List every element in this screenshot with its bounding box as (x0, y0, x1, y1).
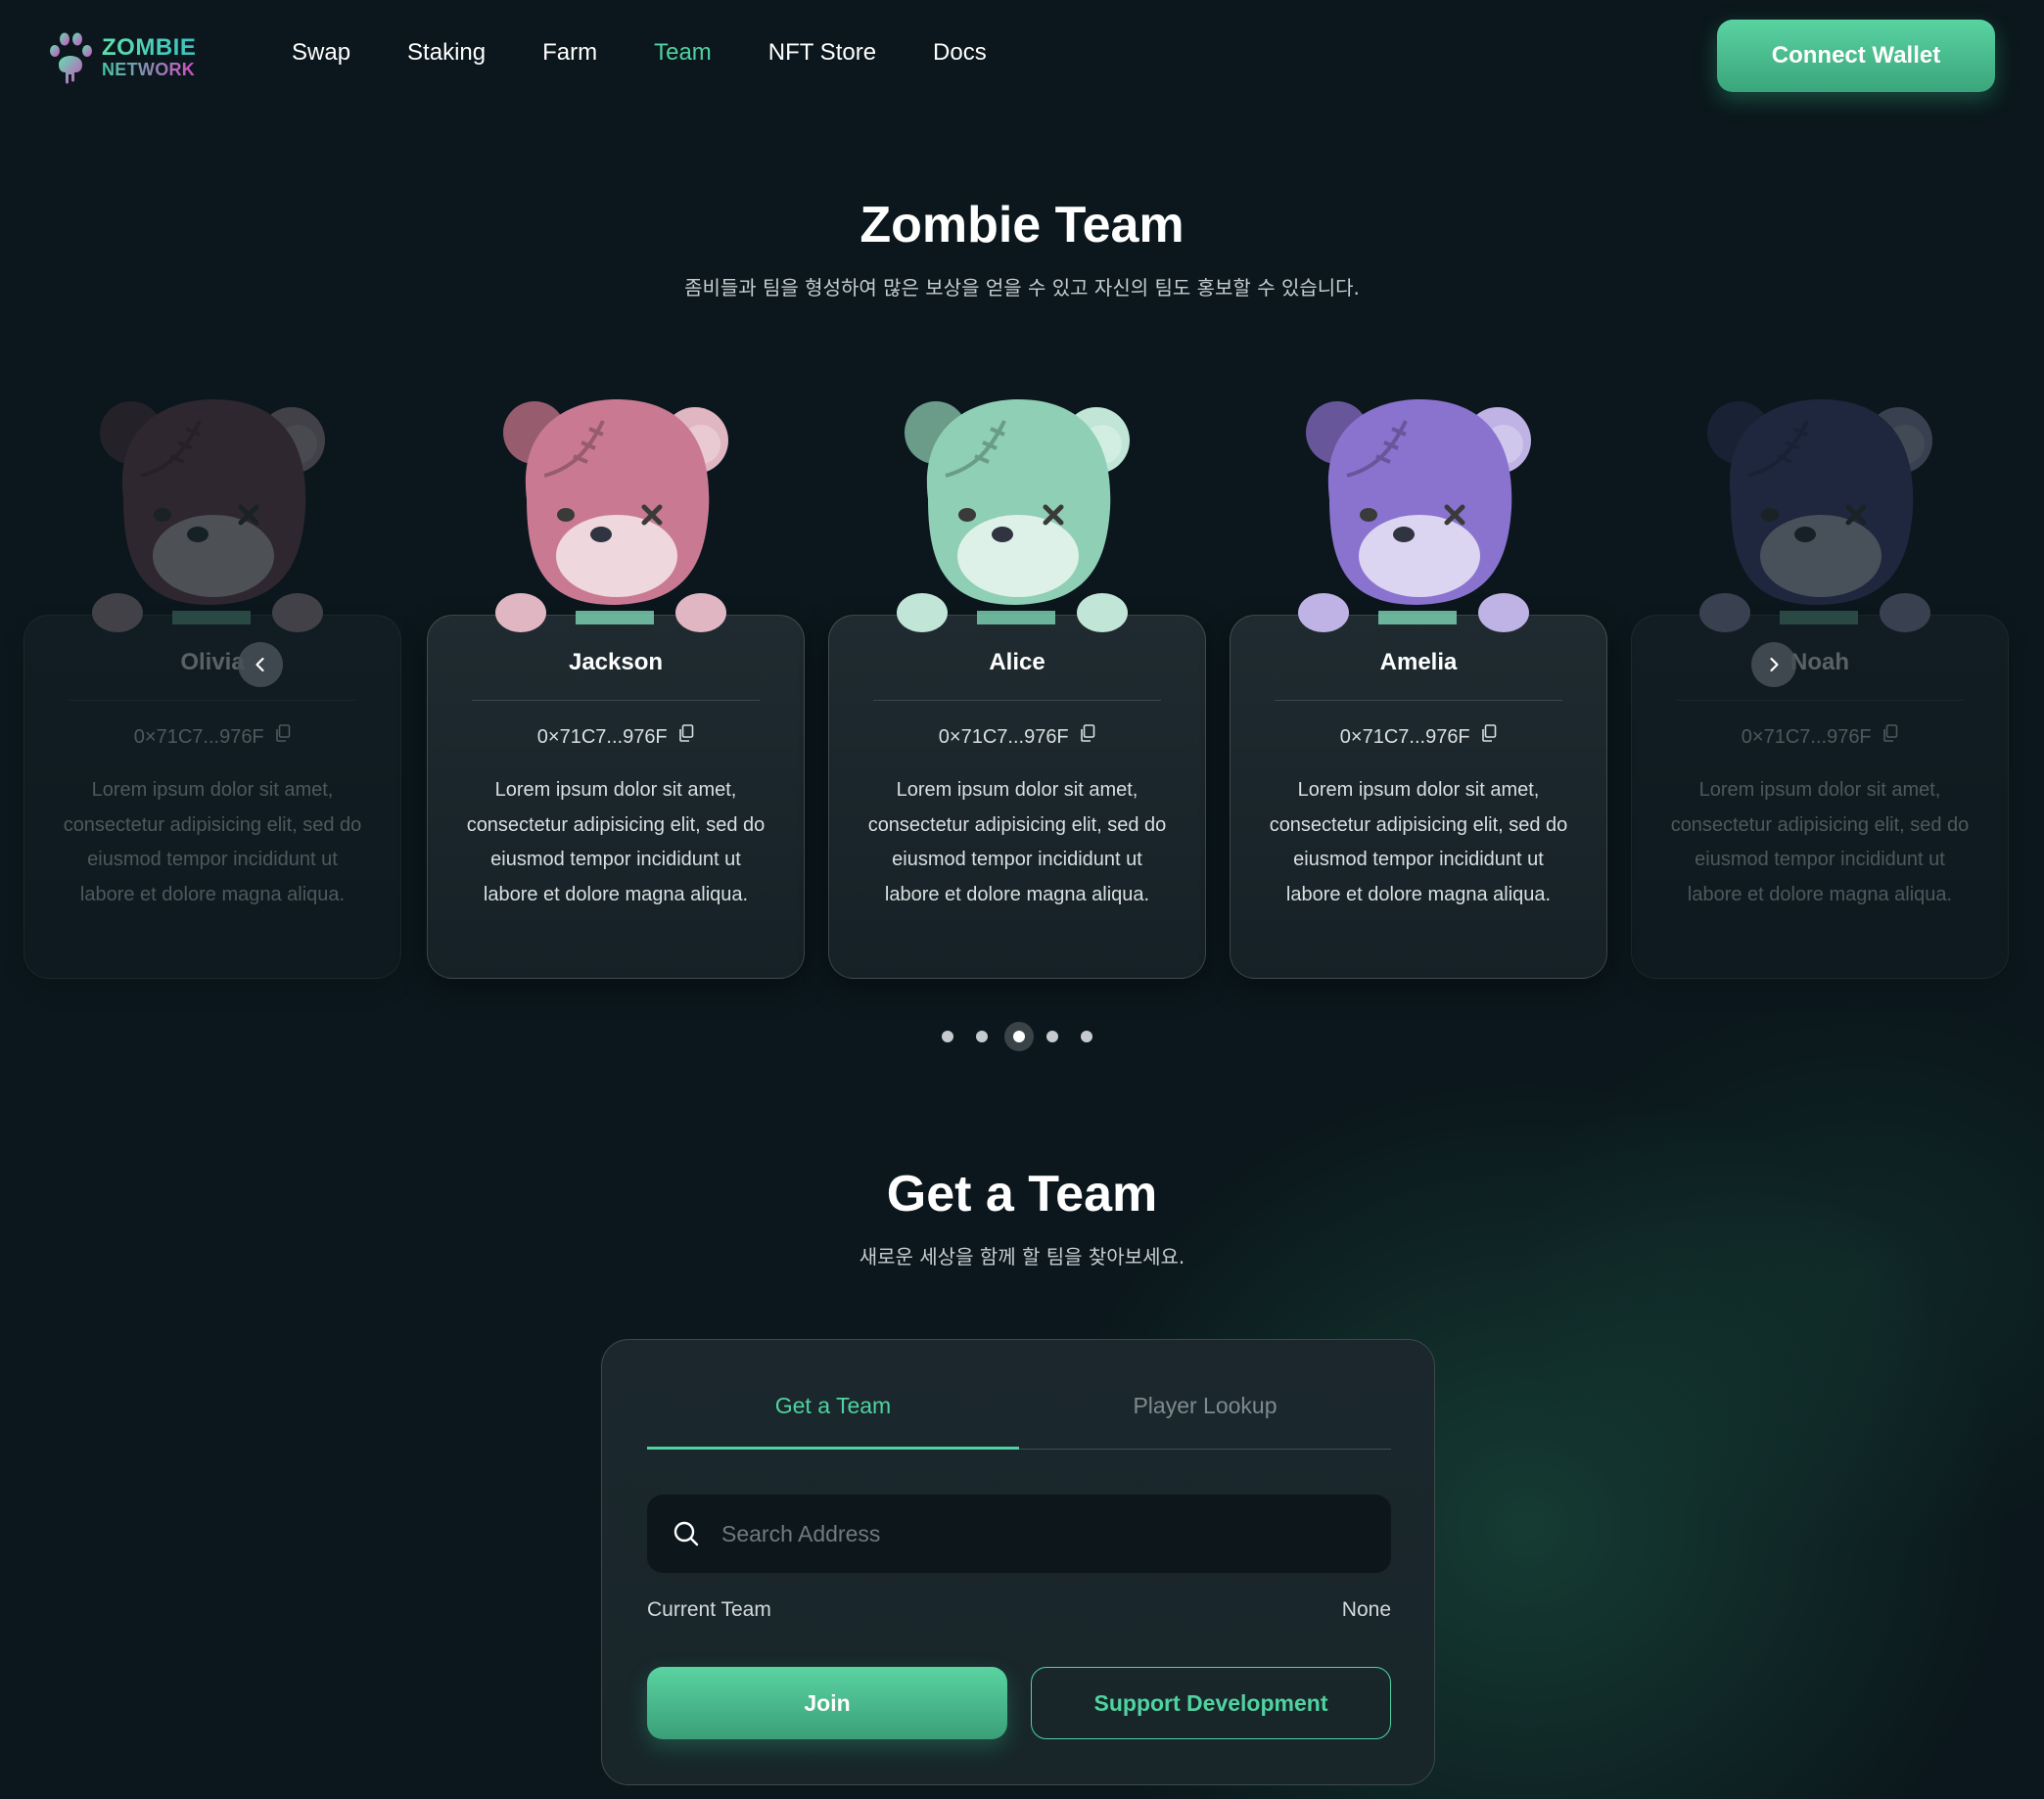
search-address-input[interactable] (721, 1495, 1368, 1573)
logo-word-network: NETWORK (102, 60, 196, 79)
member-divider (873, 700, 1161, 701)
zombie-bear-avatar (488, 382, 744, 636)
nav-item-team[interactable]: Team (654, 39, 712, 67)
pagination-dot[interactable] (1046, 1031, 1058, 1042)
zombie-network-logo[interactable]: ZOMBIE NETWORK (47, 29, 204, 84)
nav-item-staking[interactable]: Staking (407, 39, 486, 67)
get-a-team-panel: Get a Team Player Lookup Current Team No… (601, 1339, 1435, 1785)
member-address: 0×71C7...976F (23, 723, 401, 749)
top-navigation-bar: ZOMBIE NETWORK Swap Staking Farm Team NF… (0, 0, 2044, 113)
search-icon (673, 1520, 700, 1547)
current-team-value: None (1341, 1598, 1391, 1621)
copy-icon[interactable] (1080, 723, 1095, 748)
member-divider (69, 700, 356, 701)
member-name: Olivia (180, 649, 245, 675)
panel-tabs: Get a Team Player Lookup (647, 1385, 1391, 1450)
nav-item-farm[interactable]: Farm (542, 39, 597, 67)
chevron-right-icon (1770, 657, 1779, 672)
member-divider (1275, 700, 1562, 701)
current-team-row: Current Team None (647, 1598, 1391, 1622)
member-description: Lorem ipsum dolor sit amet, consectetur … (63, 779, 362, 905)
chevron-left-icon (256, 657, 264, 672)
nav-item-docs[interactable]: Docs (933, 39, 987, 67)
team-member-card: Alice 0×71C7...976F Lorem ipsum dolor si… (828, 382, 1206, 979)
pagination-dot[interactable] (1081, 1031, 1092, 1042)
zombie-team-subtitle: 좀비들과 팀을 형성하여 많은 보상을 얻을 수 있고 자신의 팀도 홍보할 수… (684, 276, 1360, 300)
paw-logo-icon (50, 32, 92, 84)
nav-item-nft-store[interactable]: NFT Store (768, 39, 876, 67)
carousel-prev-button[interactable] (238, 642, 283, 687)
support-development-button[interactable]: Support Development (1031, 1667, 1391, 1739)
zombie-bear-avatar (1692, 382, 1948, 636)
member-name: Jackson (568, 649, 664, 675)
copy-icon[interactable] (275, 723, 291, 748)
carousel-pagination (940, 1022, 1106, 1051)
member-description: Lorem ipsum dolor sit amet, consectetur … (1269, 779, 1568, 905)
member-name: Noah (1790, 649, 1849, 675)
main-nav: Swap Staking Farm Team NFT Store Docs (292, 39, 1044, 67)
member-divider (472, 700, 760, 701)
member-address-text: 0×71C7...976F (1741, 726, 1872, 748)
pagination-dot[interactable] (1004, 1022, 1034, 1051)
member-description: Lorem ipsum dolor sit amet, consectetur … (1670, 779, 1970, 905)
member-address-text: 0×71C7...976F (536, 726, 668, 748)
team-member-card: Olivia 0×71C7...976F Lorem ipsum dolor s… (23, 382, 401, 979)
team-carousel: Olivia 0×71C7...976F Lorem ipsum dolor s… (0, 382, 2044, 989)
tab-player-lookup[interactable]: Player Lookup (1019, 1385, 1391, 1450)
member-name: Alice (989, 649, 1045, 675)
member-divider (1676, 700, 1964, 701)
member-description: Lorem ipsum dolor sit amet, consectetur … (867, 779, 1167, 905)
member-address: 0×71C7...976F (1631, 723, 2009, 749)
zombie-team-title: Zombie Team (859, 197, 1185, 254)
member-address-text: 0×71C7...976F (938, 726, 1069, 748)
team-member-card: Noah 0×71C7...976F Lorem ipsum dolor sit… (1631, 382, 2009, 979)
get-a-team-subtitle: 새로운 세상을 함께 할 팀을 찾아보세요. (859, 1245, 1185, 1269)
logo-word-zombie: ZOMBIE (102, 34, 197, 61)
member-address-text: 0×71C7...976F (1339, 726, 1470, 748)
copy-icon[interactable] (1481, 723, 1497, 748)
member-address: 0×71C7...976F (828, 723, 1206, 749)
pagination-dot[interactable] (976, 1031, 988, 1042)
zombie-bear-avatar (84, 382, 341, 636)
member-address: 0×71C7...976F (427, 723, 805, 749)
team-member-card: Jackson 0×71C7...976F Lorem ipsum dolor … (427, 382, 805, 979)
copy-icon[interactable] (678, 723, 694, 748)
join-button[interactable]: Join (647, 1667, 1007, 1739)
get-a-team-title: Get a Team (886, 1166, 1158, 1222)
search-address-box (647, 1495, 1391, 1573)
tab-get-a-team[interactable]: Get a Team (647, 1385, 1019, 1450)
pagination-dot[interactable] (942, 1031, 953, 1042)
copy-icon[interactable] (1882, 723, 1898, 748)
current-team-label: Current Team (647, 1598, 771, 1621)
connect-wallet-button[interactable]: Connect Wallet (1717, 20, 1995, 92)
member-description: Lorem ipsum dolor sit amet, consectetur … (466, 779, 766, 905)
team-member-card: Amelia 0×71C7...976F Lorem ipsum dolor s… (1230, 382, 1607, 979)
zombie-bear-avatar (889, 382, 1145, 636)
member-address: 0×71C7...976F (1230, 723, 1607, 749)
member-address-text: 0×71C7...976F (133, 726, 264, 748)
nav-item-swap[interactable]: Swap (292, 39, 350, 67)
carousel-next-button[interactable] (1751, 642, 1796, 687)
zombie-bear-avatar (1290, 382, 1547, 636)
member-name: Amelia (1379, 649, 1458, 675)
